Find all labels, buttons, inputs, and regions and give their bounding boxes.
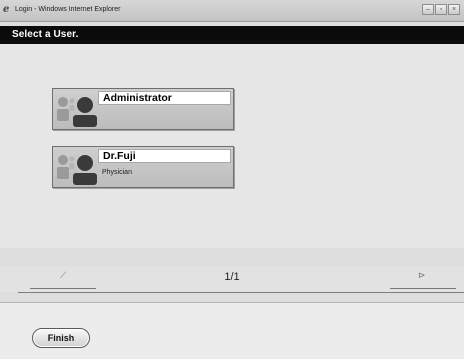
divider xyxy=(18,292,464,293)
section-header: Select a User. xyxy=(0,26,464,44)
user-card-administrator[interactable]: Administrator xyxy=(52,88,234,130)
footer: Finish xyxy=(0,303,464,359)
user-group-icon xyxy=(57,155,97,185)
window-controls: – ▫ × xyxy=(421,4,460,15)
user-name: Dr.Fuji xyxy=(103,150,136,162)
window-title: Login - Windows Internet Explorer xyxy=(15,6,121,13)
user-name-box: Dr.Fuji xyxy=(98,149,231,163)
close-button[interactable]: × xyxy=(448,4,460,15)
pagination: ⟋ 1/1 ⊳ xyxy=(0,266,464,292)
user-card-dr-fuji[interactable]: Dr.Fuji Physician xyxy=(52,146,234,188)
minimize-button[interactable]: – xyxy=(422,4,434,15)
restore-button[interactable]: ▫ xyxy=(435,4,447,15)
user-group-icon xyxy=(57,97,97,127)
user-role: Physician xyxy=(102,169,132,176)
user-name: Administrator xyxy=(103,92,172,104)
next-page-button[interactable]: ⊳ xyxy=(418,270,426,281)
finish-button[interactable]: Finish xyxy=(32,328,90,348)
ie-icon: e xyxy=(3,4,10,15)
page-indicator: 1/1 xyxy=(224,271,240,283)
user-name-box: Administrator xyxy=(98,91,231,105)
user-list: Administrator Dr.Fuji Physician xyxy=(0,44,464,248)
pager-divider-right xyxy=(390,288,456,289)
pager-divider-left xyxy=(30,288,96,289)
window-titlebar: e Login - Windows Internet Explorer – ▫ … xyxy=(0,0,464,22)
page-title: Select a User. xyxy=(12,29,79,40)
